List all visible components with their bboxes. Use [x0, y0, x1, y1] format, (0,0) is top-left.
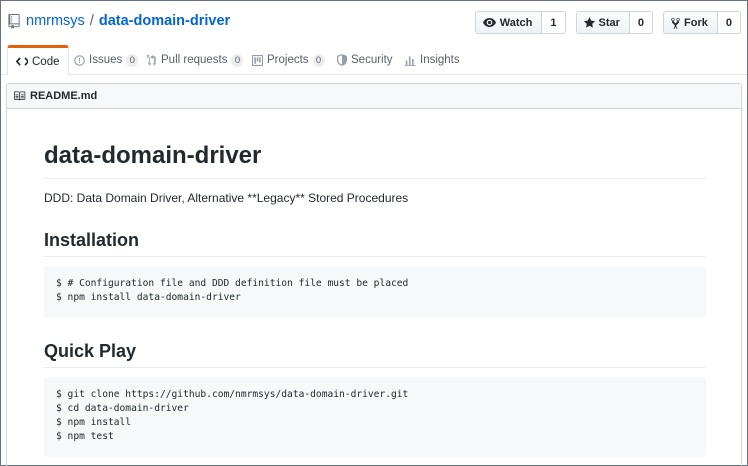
issues-count-badge: 0 [126, 53, 139, 67]
pull-requests-count-badge: 0 [231, 53, 244, 67]
tab-pull-requests[interactable]: Pull requests 0 [147, 45, 244, 75]
tab-insights[interactable]: Insights [405, 45, 460, 75]
readme-filename: README.md [30, 90, 98, 102]
readme-title: data-domain-driver [44, 141, 706, 179]
tab-security-label: Security [351, 54, 393, 66]
readme-box: README.md data-domain-driver DDD: Data D… [6, 83, 742, 466]
installation-code-block: $ # Configuration file and DDD definitio… [44, 266, 706, 318]
fork-count[interactable]: 0 [717, 11, 741, 34]
repo-name-link[interactable]: data-domain-driver [99, 13, 230, 29]
star-button-group: Star 0 [575, 11, 654, 34]
graph-icon [405, 56, 416, 66]
tab-pull-requests-label: Pull requests [161, 54, 228, 66]
code-line: $ npm test [56, 431, 114, 442]
tab-projects-label: Projects [267, 54, 309, 66]
repo-owner-link[interactable]: nmrmsys [26, 13, 85, 29]
book-icon [14, 91, 26, 101]
tab-insights-label: Insights [420, 54, 460, 66]
path-separator: / [89, 13, 94, 29]
star-icon [583, 17, 595, 28]
fork-label: Fork [684, 16, 708, 29]
readme-description: DDD: Data Domain Driver, Alternative **L… [44, 191, 409, 205]
repo-actions: Watch 1 Star 0 Fork 0 [474, 11, 741, 34]
watch-count[interactable]: 1 [542, 11, 566, 34]
code-icon [16, 57, 28, 66]
watch-button-group: Watch 1 [474, 11, 566, 34]
code-line: $ cd data-domain-driver [56, 403, 189, 414]
repo-icon [8, 13, 20, 29]
code-line: $ npm install [56, 417, 132, 428]
fork-icon [671, 17, 680, 29]
fork-button[interactable]: Fork [663, 11, 718, 34]
fork-button-group: Fork 0 [663, 11, 741, 34]
readme-header: README.md [7, 84, 741, 109]
tab-code-label: Code [32, 55, 60, 68]
repo-title: nmrmsys / data-domain-driver [8, 13, 230, 29]
projects-count-badge: 0 [312, 53, 325, 67]
code-line: $ npm install data-domain-driver [56, 292, 241, 303]
watch-button[interactable]: Watch [474, 11, 543, 34]
issue-icon [74, 54, 85, 66]
pull-request-icon [147, 54, 157, 66]
repo-nav-tabs: Code Issues 0 Pull requests 0 Projects 0… [1, 45, 747, 76]
star-label: Star [598, 16, 620, 29]
star-button[interactable]: Star [575, 11, 630, 34]
star-count[interactable]: 0 [629, 11, 654, 34]
repo-header: nmrmsys / data-domain-driver Watch 1 Sta… [1, 1, 747, 45]
quick-play-heading: Quick Play [44, 340, 706, 368]
eye-icon [482, 18, 496, 27]
quick-play-code-block: $ git clone https://github.com/nmrmsys/d… [44, 377, 706, 457]
shield-icon [337, 54, 347, 66]
project-icon [252, 54, 263, 66]
tab-issues-label: Issues [89, 54, 123, 66]
tab-projects[interactable]: Projects 0 [252, 45, 325, 75]
installation-heading: Installation [44, 229, 706, 257]
tab-security[interactable]: Security [337, 45, 393, 75]
watch-label: Watch [499, 16, 533, 29]
code-line: $ # Configuration file and DDD definitio… [56, 278, 409, 289]
tab-code[interactable]: Code [7, 45, 69, 76]
code-line: $ git clone https://github.com/nmrmsys/d… [56, 389, 409, 400]
tab-issues[interactable]: Issues 0 [74, 45, 139, 75]
